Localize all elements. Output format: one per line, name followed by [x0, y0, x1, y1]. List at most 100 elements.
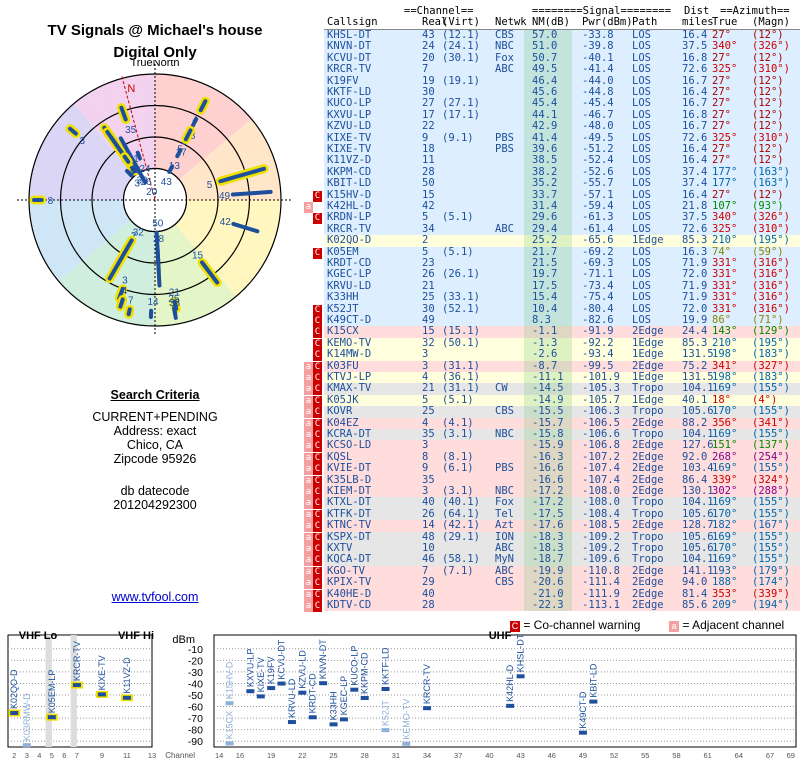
station-label: KIXE-TV	[97, 655, 107, 690]
cell-virt: (7.1)	[442, 564, 474, 577]
station-bar	[423, 706, 432, 711]
x-tick-label: 2	[12, 751, 16, 760]
station-label: KIXE-TV	[256, 657, 266, 692]
cell-pwr: -75.4	[582, 291, 614, 304]
table-row: K02QO-D 2 25.2 -65.6 1Edge 85.3 210° (195°)	[310, 234, 800, 247]
station-bar	[267, 686, 276, 691]
cochannel-warning-icon: C	[313, 430, 322, 441]
station-label: 20	[146, 187, 158, 198]
cell-dist: 71.9	[682, 291, 708, 304]
cell-net: ABC	[495, 63, 514, 76]
x-tick-label: 34	[423, 751, 431, 760]
cochannel-warning-icon: C	[313, 555, 322, 567]
cell-net: PBS	[495, 462, 514, 475]
cell-virt: (52.1)	[442, 302, 480, 315]
adjacent-warning-icon: a	[304, 521, 313, 533]
cell-pwr: -48.0	[582, 120, 614, 133]
cell-mg: (183°)	[752, 348, 790, 361]
cell-net: CBS	[495, 576, 514, 589]
x-tick-label: 5	[50, 751, 54, 760]
polar-plot: TrueNorthN418171353530738549421521253328…	[17, 60, 293, 334]
site-link[interactable]: www.tvfool.com	[0, 590, 310, 604]
x-tick-label: 46	[548, 751, 556, 760]
cell-real: 50	[422, 177, 435, 190]
cell-nm: -22.3	[532, 599, 564, 611]
cell-real: 28	[422, 599, 435, 611]
cochannel-warning-icon: C	[313, 247, 322, 259]
criteria-zip: Zipcode 95926	[113, 452, 197, 466]
station-label: KKPM-CD	[360, 652, 370, 694]
spectrum-chart: dBm-10-20-30-40-50-60-70-80-90VHF Lo VHF …	[7, 630, 797, 760]
cell-mg: (174°)	[752, 576, 790, 589]
station-bar	[277, 681, 286, 686]
cell-path: LOS	[632, 120, 651, 133]
cell-mg: (310°)	[752, 63, 790, 76]
cell-net: CW	[495, 382, 508, 395]
station-label: KRDT-CD	[308, 673, 318, 713]
adjacent-warning-icon: a	[304, 384, 313, 396]
x-tick-label: 55	[641, 751, 649, 760]
signal-table: ==Channel== ========Signal======== Dist ==A…	[304, 5, 800, 612]
cochannel-warning-icon: C	[313, 190, 322, 202]
station-label: 3	[122, 275, 128, 286]
panel-title: UHF	[489, 630, 512, 642]
station-bar	[22, 743, 31, 748]
cell-dist: 85.3	[682, 234, 708, 247]
station-label: 3	[80, 136, 86, 147]
cell-call: KVIE-DT	[327, 462, 372, 475]
cell-dist: 37.4	[682, 177, 708, 190]
y-tick-label: -50	[188, 690, 203, 702]
cell-dist: 128.7	[682, 519, 714, 532]
y-tick-label: -80	[188, 725, 203, 737]
station-label: KRVU-LD	[287, 678, 297, 718]
cell-path: 1Edge	[632, 234, 664, 247]
station-bar	[10, 711, 19, 716]
cell-virt: (42.1)	[442, 519, 480, 532]
cell-net: Azt	[495, 519, 514, 532]
cell-path: 2Edge	[632, 576, 664, 589]
cell-net: ABC	[495, 222, 514, 235]
magnetic-north-label: N	[127, 83, 135, 95]
adjacent-warning-icon: a	[304, 361, 313, 373]
station-bar	[256, 694, 265, 699]
station-label: KKTF-LD	[380, 647, 390, 685]
table-header-net: Netwk	[495, 16, 527, 28]
station-label: 3	[134, 179, 140, 190]
adjacent-warning-icon: a	[304, 202, 313, 213]
cochannel-warning-icon: C	[313, 338, 322, 350]
station-label: 4	[122, 286, 128, 297]
x-tick-label: 11	[123, 751, 131, 760]
cell-path: 2Edge	[632, 462, 664, 475]
station-label: K05EM-LP	[47, 670, 57, 714]
station-label: KCVU-DT	[277, 639, 287, 680]
station-bar	[308, 715, 317, 720]
cell-real: 22	[422, 120, 435, 133]
cell-pwr: -65.6	[582, 234, 614, 247]
station-bar	[516, 674, 525, 679]
table-row: a C KOVR 25 CBS -15.5 -106.3 Tropo 105.6 170° (155…	[304, 405, 800, 419]
x-tick-label: 28	[361, 751, 369, 760]
cell-nm: -20.6	[532, 576, 564, 589]
cell-tr: 188°	[712, 576, 738, 589]
cell-mg: (195°)	[752, 234, 790, 247]
cell-virt: (5.1)	[442, 245, 474, 258]
cell-pwr: -113.1	[582, 599, 620, 611]
cochannel-warning-icon: C	[313, 361, 322, 373]
cell-nm: -15.5	[532, 405, 564, 418]
table-row: C K14MW-D 3 -2.6 -93.4 1Edge 131.5 198° (183°)	[310, 348, 800, 362]
x-tick-label: 69	[787, 751, 795, 760]
station-bar	[246, 689, 255, 694]
station-label: KHSL-DT	[516, 633, 526, 672]
station-label: K11VZ-D	[122, 657, 132, 694]
x-tick-label: 14	[215, 751, 223, 760]
station-bar	[360, 696, 369, 701]
station-label: KEMO-TV	[401, 699, 411, 740]
station-bar	[225, 701, 234, 706]
x-tick-label: 3	[25, 751, 29, 760]
cell-pwr: -55.7	[582, 177, 614, 190]
cell-mg: (167°)	[752, 519, 790, 532]
cell-virt: (26.1)	[442, 268, 480, 281]
adjacent-warning-icon: a	[304, 441, 313, 453]
cell-call: KDTV-CD	[327, 599, 372, 611]
station-label: 42	[220, 217, 232, 228]
